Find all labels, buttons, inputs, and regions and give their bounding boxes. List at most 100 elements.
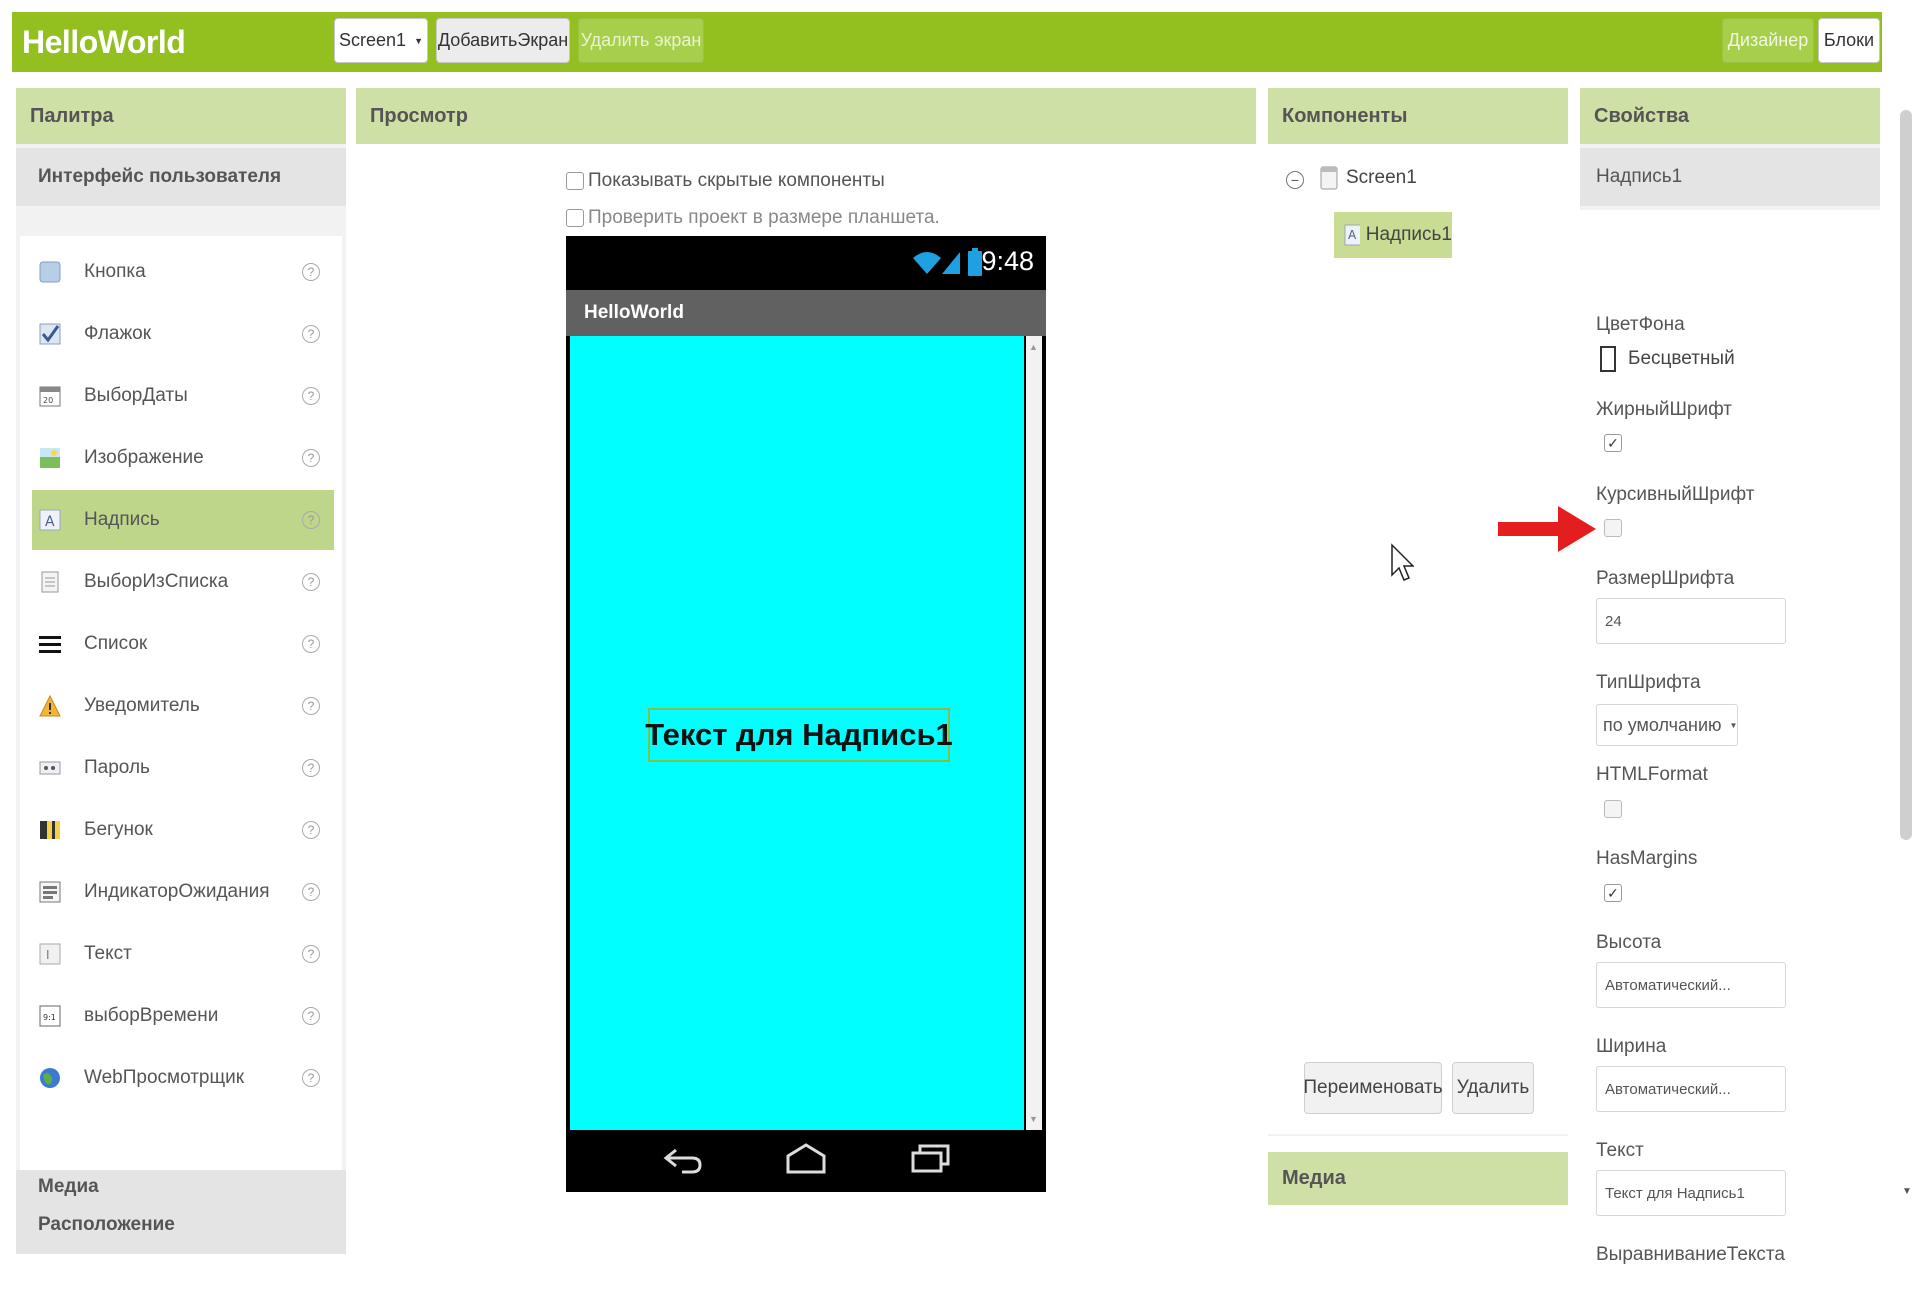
palette-item-timepicker[interactable]: 9:1 выборВремени ?	[32, 986, 334, 1046]
phone-scrollbar[interactable]: ▲ ▼	[1026, 336, 1042, 1130]
help-icon[interactable]: ?	[302, 883, 320, 901]
delete-button[interactable]: Удалить	[1452, 1062, 1534, 1114]
help-icon[interactable]: ?	[302, 387, 320, 405]
screen-select-button[interactable]: Screen1 ▼	[334, 18, 428, 63]
components-tree	[1268, 144, 1568, 1134]
tree-item-label1[interactable]: A Надпись1	[1334, 212, 1452, 258]
has-margins-checkbox[interactable]: ✓	[1604, 884, 1622, 902]
help-icon[interactable]: ?	[302, 759, 320, 777]
phone-app-title: HelloWorld	[566, 290, 1046, 336]
button-icon	[38, 260, 62, 284]
help-icon[interactable]: ?	[302, 1007, 320, 1025]
palette-item-listpicker[interactable]: ВыборИзСписка ?	[32, 552, 334, 612]
palette-section-user-interface[interactable]: Интерфейс пользователя	[16, 148, 346, 206]
show-hidden-option[interactable]: Показывать скрытые компоненты	[566, 170, 885, 192]
properties-title: Свойства	[1580, 88, 1880, 144]
tree-item-screen1-label: Screen1	[1346, 167, 1417, 188]
signal-icon	[942, 252, 960, 274]
media-panel: Медиа	[1268, 1152, 1568, 1205]
help-icon[interactable]: ?	[302, 945, 320, 963]
notifier-icon	[38, 694, 62, 718]
palette-item-label-component[interactable]: A Надпись ?	[32, 490, 334, 550]
palette-item-listview[interactable]: Список ?	[32, 614, 334, 674]
designer-button[interactable]: Дизайнер	[1722, 18, 1814, 63]
palette-item-label: выборВремени	[84, 1005, 219, 1026]
palette-item-label: Флажок	[84, 323, 152, 344]
tablet-size-checkbox[interactable]	[566, 209, 584, 227]
page-scrollbar-thumb[interactable]	[1900, 110, 1912, 840]
help-icon[interactable]: ?	[302, 263, 320, 281]
palette-item-notifier[interactable]: Уведомитель ?	[32, 676, 334, 736]
battery-icon	[968, 248, 982, 276]
html-format-checkbox[interactable]	[1604, 800, 1622, 818]
red-arrow-icon	[1498, 506, 1596, 552]
remove-screen-button[interactable]: Удалить экран	[578, 18, 704, 63]
text-input[interactable]: Текст для Надпись1	[1596, 1170, 1786, 1216]
font-type-label: ТипШрифта	[1596, 672, 1701, 693]
scroll-down-icon[interactable]: ▼	[1029, 1114, 1038, 1124]
add-screen-button[interactable]: ДобавитьЭкран	[436, 18, 570, 63]
palette-item-label: Надпись	[84, 509, 160, 530]
collapse-icon[interactable]: −	[1286, 171, 1304, 189]
palette-item-slider[interactable]: Бегунок ?	[32, 800, 334, 860]
scroll-down-icon[interactable]: ▼	[1902, 1186, 1912, 1197]
height-label: Высота	[1596, 932, 1662, 953]
tablet-size-option[interactable]: Проверить проект в размере планшета.	[566, 207, 940, 229]
palette-item-image[interactable]: Изображение ?	[32, 428, 334, 488]
image-icon	[38, 446, 62, 470]
help-icon[interactable]: ?	[302, 449, 320, 467]
palette-item-label: Пароль	[84, 757, 150, 778]
wifi-icon	[913, 252, 941, 274]
font-type-select[interactable]: по умолчанию ▼	[1596, 704, 1738, 746]
svg-text:9:1: 9:1	[43, 1013, 56, 1022]
palette-item-button[interactable]: Кнопка ?	[32, 242, 334, 302]
palette-item-textbox[interactable]: I Текст ?	[32, 924, 334, 984]
label1-preview[interactable]: Текст для Надпись1	[645, 708, 953, 762]
text-label: Текст	[1596, 1140, 1644, 1161]
bg-color-picker[interactable]: Бесцветный	[1600, 346, 1735, 372]
palette-item-label: WebПросмотрщик	[84, 1067, 245, 1088]
webviewer-icon	[38, 1066, 62, 1090]
scroll-up-icon[interactable]: ▲	[1029, 342, 1038, 352]
checkbox-icon	[38, 322, 62, 346]
phone-clock: 9:48	[981, 246, 1034, 276]
blocks-button[interactable]: Блоки	[1818, 18, 1880, 63]
palette-item-label: Бегунок	[84, 819, 153, 840]
italic-checkbox[interactable]	[1604, 519, 1622, 537]
help-icon[interactable]: ?	[302, 697, 320, 715]
help-icon[interactable]: ?	[302, 573, 320, 591]
help-icon[interactable]: ?	[302, 635, 320, 653]
palette-item-webviewer[interactable]: WebПросмотрщик ?	[32, 1048, 334, 1108]
phone-screen[interactable]: Текст для Надпись1	[570, 336, 1024, 1130]
svg-text:I: I	[46, 948, 50, 962]
svg-text:A: A	[1348, 228, 1357, 242]
font-size-input[interactable]: 24	[1596, 598, 1786, 644]
palette-item-label: Кнопка	[84, 261, 146, 282]
palette-item-datepicker[interactable]: 20 ВыборДаты ?	[32, 366, 334, 426]
spinner-icon	[38, 880, 62, 904]
textbox-icon: I	[38, 942, 62, 966]
help-icon[interactable]: ?	[302, 1069, 320, 1087]
width-input[interactable]: Автоматический...	[1596, 1066, 1786, 1112]
bold-checkbox[interactable]: ✓	[1604, 434, 1622, 452]
media-title: Медиа	[1268, 1152, 1568, 1205]
palette-item-label: Список	[84, 633, 148, 654]
mouse-cursor-icon	[1391, 543, 1414, 581]
palette-item-label: Изображение	[84, 447, 204, 468]
palette-section-media[interactable]: Медиа	[16, 1170, 346, 1205]
height-input[interactable]: Автоматический...	[1596, 962, 1786, 1008]
palette-item-label: Уведомитель	[84, 695, 200, 716]
help-icon[interactable]: ?	[302, 325, 320, 343]
help-icon[interactable]: ?	[302, 511, 320, 529]
tree-item-label1-label: Надпись1	[1365, 224, 1452, 245]
palette-item-spinner[interactable]: ИндикаторОжидания ?	[32, 862, 334, 922]
palette-item-checkbox[interactable]: Флажок ?	[32, 304, 334, 364]
datepicker-icon: 20	[38, 384, 62, 408]
rename-button[interactable]: Переименовать	[1303, 1062, 1443, 1114]
help-icon[interactable]: ?	[302, 821, 320, 839]
palette-item-password[interactable]: Пароль ?	[32, 738, 334, 798]
recent-apps-icon	[911, 1144, 950, 1173]
show-hidden-checkbox[interactable]	[566, 172, 584, 190]
tree-item-screen1[interactable]: Screen1	[1320, 166, 1417, 190]
bg-color-label: ЦветФона	[1596, 314, 1685, 335]
